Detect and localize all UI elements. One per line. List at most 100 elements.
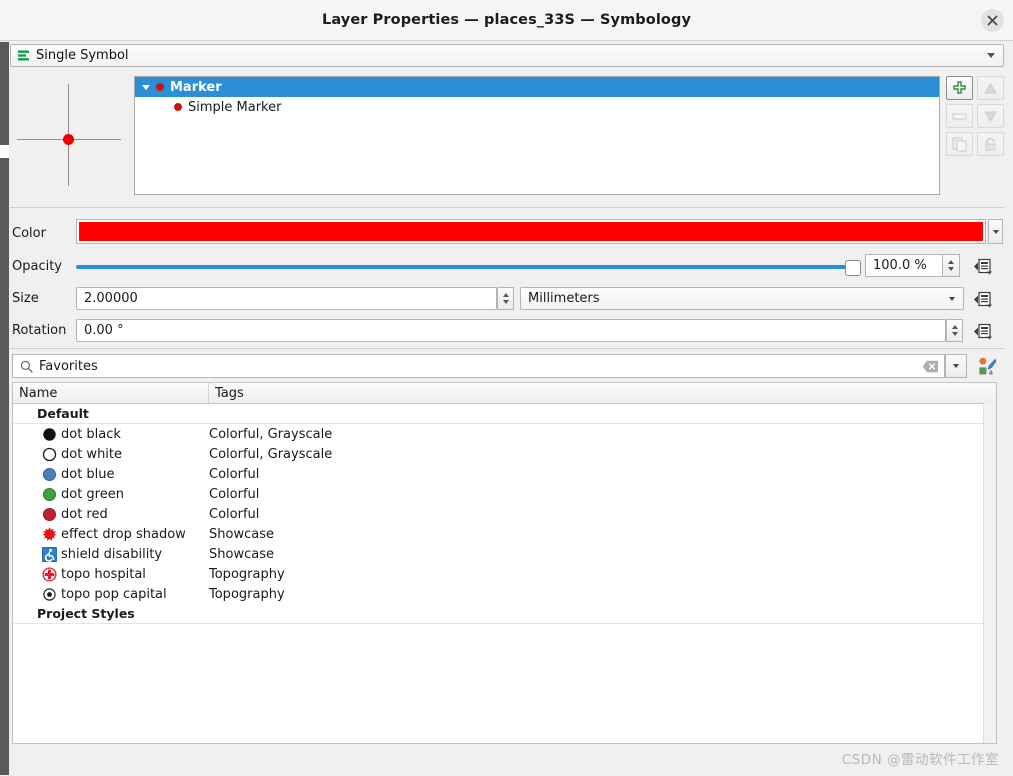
color-dropdown-button[interactable] [988,219,1003,244]
symbol-tags: Colorful [209,506,260,522]
color-label: Color [12,226,46,241]
symbol-tags: Colorful, Grayscale [209,426,333,442]
topo-pop-capital-icon [37,587,61,602]
symbol-name: effect drop shadow [61,526,186,542]
stepper-down-icon[interactable] [502,300,509,304]
layer-properties-dialog: Layer Properties — places_33S — Symbolog… [0,0,1013,776]
table-row[interactable]: dot green Colorful [13,484,996,504]
stepper-down-icon[interactable] [951,332,958,336]
shield-disability-icon [37,546,61,562]
chevron-down-icon[interactable] [139,84,153,90]
table-row[interactable]: topo hospital Topography [13,564,996,584]
symbol-name: topo hospital [61,566,146,582]
filter-dropdown-button[interactable] [945,354,967,378]
symbol-name: dot blue [61,466,115,482]
size-label: Size [12,291,39,306]
tree-row-simple-marker[interactable]: Simple Marker [135,97,939,117]
dot-black-icon [37,427,61,442]
stepper-up-icon[interactable] [502,293,509,297]
size-stepper[interactable] [497,287,514,310]
lock-layer-button[interactable] [977,132,1004,156]
symbol-name: dot red [61,506,108,522]
page-title: Layer Properties — places_33S — Symbolog… [322,12,691,28]
table-row[interactable]: shield disability Showcase [13,544,996,564]
opacity-value[interactable]: 100.0 % [865,254,943,277]
topo-hospital-icon [37,566,61,582]
renderer-type-combo[interactable]: Single Symbol [10,44,1004,67]
symbol-filter-value: Favorites [39,358,98,374]
chevron-down-icon [987,53,995,58]
color-swatch-button[interactable] [76,219,986,244]
rotation-input[interactable]: 0.00 ° [76,319,946,342]
group-header-default[interactable]: Default [13,404,996,424]
search-icon [20,360,33,373]
opacity-spinbox[interactable]: 100.0 % [865,254,960,277]
opacity-slider[interactable] [76,260,861,276]
dot-blue-icon [37,467,61,482]
symbol-layer-tree[interactable]: Marker Simple Marker [134,76,940,195]
symbol-layer-toolbar [946,76,1004,158]
watermark-text: CSDN @雷动软件工作室 [841,752,999,768]
table-row[interactable]: dot red Colorful [13,504,996,524]
marker-dot-icon [156,83,164,91]
tree-row-marker[interactable]: Marker [135,77,939,97]
clear-icon[interactable] [921,358,939,374]
table-row[interactable]: dot black Colorful, Grayscale [13,424,996,444]
column-header-tags[interactable]: Tags [209,383,996,403]
rotation-label: Rotation [12,323,67,338]
move-up-button[interactable] [977,76,1004,100]
dot-green-icon [37,487,61,502]
chevron-down-icon [953,364,959,368]
column-header-name[interactable]: Name [13,383,209,403]
symbol-preview [12,76,130,194]
symbol-tags: Colorful [209,466,260,482]
remove-symbol-layer-button[interactable] [946,104,973,128]
dot-white-icon [37,447,61,462]
marker-dot-icon [174,103,182,111]
add-symbol-layer-button[interactable] [946,76,973,100]
symbol-list-table[interactable]: Name Tags Default dot black Colorful, Gr… [12,382,997,744]
opacity-data-defined-override-button[interactable] [972,255,994,277]
single-symbol-icon [17,49,30,62]
opacity-slider-handle[interactable] [845,260,861,276]
table-row[interactable]: dot blue Colorful [13,464,996,484]
rotation-data-defined-override-button[interactable] [972,320,994,342]
tree-row-label: Marker [170,79,222,95]
size-units-label: Millimeters [528,291,600,306]
table-header-row: Name Tags [13,383,996,404]
group-header-project-styles[interactable]: Project Styles [13,604,996,624]
size-input[interactable]: 2.00000 [76,287,497,310]
tree-row-label: Simple Marker [188,99,282,115]
size-data-defined-override-button[interactable] [972,288,994,310]
divider-above-properties [10,207,1004,208]
stepper-up-icon[interactable] [948,260,954,264]
svg-text:a: a [988,368,992,375]
close-icon[interactable] [981,9,1004,32]
stepper-down-icon[interactable] [948,267,954,271]
move-down-button[interactable] [977,104,1004,128]
left-edge-gap [0,145,9,158]
duplicate-symbol-layer-button[interactable] [946,132,973,156]
table-row[interactable]: dot white Colorful, Grayscale [13,444,996,464]
effect-drop-shadow-icon [37,527,61,542]
left-edge-scrollbar-upper[interactable] [0,42,9,145]
opacity-stepper[interactable] [943,254,960,277]
size-units-combo[interactable]: Millimeters [520,287,964,310]
symbol-name: dot black [61,426,121,442]
left-edge-scrollbar-lower[interactable] [0,158,9,775]
color-swatch [79,222,983,241]
chevron-down-icon [949,296,955,301]
symbol-name: dot white [61,446,123,462]
style-manager-icon[interactable]: a [975,354,999,378]
symbol-tags: Colorful, Grayscale [209,446,333,462]
table-scrollbar[interactable] [983,403,996,743]
rotation-stepper[interactable] [946,319,963,342]
symbol-filter-input[interactable]: Favorites [12,354,945,378]
symbol-tags: Topography [209,586,285,602]
table-row[interactable]: effect drop shadow Showcase [13,524,996,544]
preview-marker-dot [63,134,74,145]
symbol-tags: Topography [209,566,285,582]
table-row[interactable]: topo pop capital Topography [13,584,996,604]
symbol-tags: Showcase [209,526,274,542]
stepper-up-icon[interactable] [951,325,958,329]
